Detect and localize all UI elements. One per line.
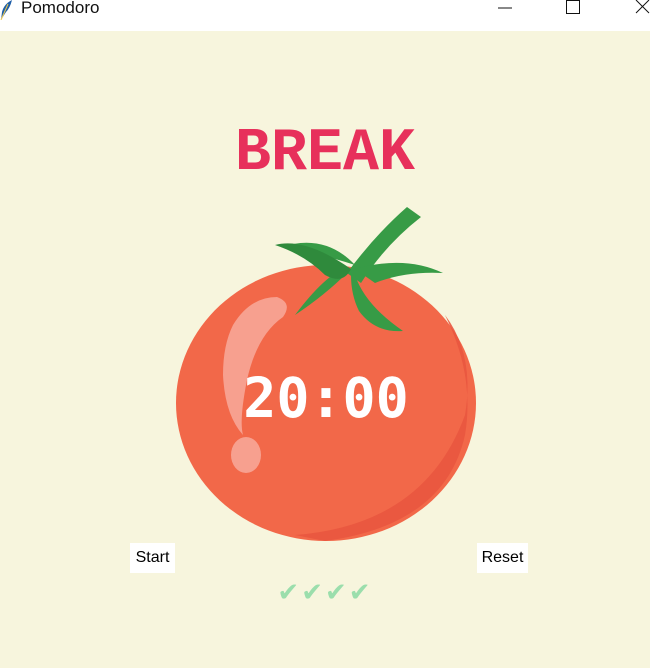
mode-title: BREAK [234,120,416,188]
session-checkmarks: ✔✔✔✔ [277,578,373,608]
close-icon [635,0,650,14]
timer-display: 20:00 [243,366,409,430]
window-titlebar: Pomodoro [0,0,650,31]
maximize-icon [566,0,580,14]
start-button[interactable]: Start [130,543,175,573]
minimize-button[interactable] [482,0,528,22]
close-button[interactable] [620,0,650,22]
minimize-icon [498,7,512,9]
reset-button[interactable]: Reset [477,543,528,573]
window-title: Pomodoro [21,0,100,17]
feather-icon [0,0,12,20]
maximize-button[interactable] [550,0,596,22]
